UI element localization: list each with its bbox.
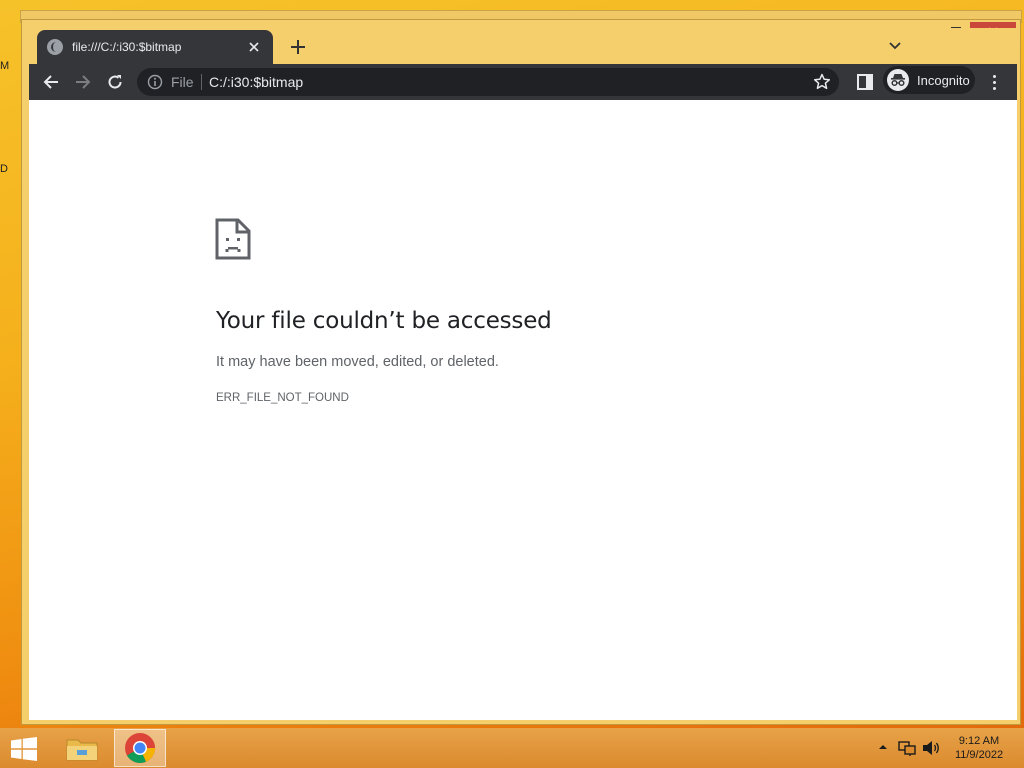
network-icon[interactable] bbox=[898, 740, 916, 756]
arrow-right-icon bbox=[76, 75, 91, 89]
clock[interactable]: 9:12 AM 11/9/2022 bbox=[944, 734, 1014, 762]
info-icon[interactable] bbox=[147, 74, 163, 90]
taskbar: 9:12 AM 11/9/2022 bbox=[0, 728, 1024, 768]
error-description: It may have been moved, edited, or delet… bbox=[216, 354, 499, 370]
browser-window: file:///C:/:i30:$bitmap File C:/:i30:$bi… bbox=[21, 19, 1021, 725]
sad-file-icon bbox=[215, 218, 251, 260]
file-explorer-taskbar-button[interactable] bbox=[56, 729, 108, 767]
error-heading: Your file couldn’t be accessed bbox=[216, 308, 552, 334]
clock-date: 11/9/2022 bbox=[954, 749, 1004, 761]
incognito-profile-button[interactable]: Incognito bbox=[883, 66, 975, 94]
browser-toolbar: File C:/:i30:$bitmap Incognito bbox=[29, 64, 1017, 100]
arrow-left-icon bbox=[43, 75, 58, 89]
reload-button[interactable] bbox=[101, 68, 129, 96]
desktop-icon-label[interactable]: M bbox=[0, 60, 9, 72]
show-hidden-icons-icon[interactable] bbox=[878, 743, 888, 751]
windows-start-icon[interactable] bbox=[10, 737, 38, 761]
clock-time: 9:12 AM bbox=[958, 735, 1000, 747]
forward-button[interactable] bbox=[69, 68, 97, 96]
folder-icon bbox=[66, 739, 98, 761]
globe-icon bbox=[47, 39, 63, 55]
plus-icon bbox=[291, 40, 305, 54]
security-chip-label[interactable]: File bbox=[171, 74, 194, 90]
url-text[interactable]: C:/:i30:$bitmap bbox=[209, 74, 303, 90]
chrome-icon bbox=[125, 733, 156, 763]
chevron-down-icon bbox=[889, 42, 901, 50]
star-icon[interactable] bbox=[813, 73, 831, 91]
omnibox-divider bbox=[201, 74, 202, 90]
side-panel-icon[interactable] bbox=[855, 72, 875, 92]
new-tab-button[interactable] bbox=[285, 34, 311, 60]
error-code: ERR_FILE_NOT_FOUND bbox=[216, 392, 349, 404]
tab-strip: file:///C:/:i30:$bitmap bbox=[29, 28, 1017, 64]
error-page: Your file couldn’t be accessed It may ha… bbox=[29, 100, 1017, 720]
address-bar[interactable]: File C:/:i30:$bitmap bbox=[137, 68, 839, 96]
incognito-label: Incognito bbox=[917, 72, 970, 88]
back-button[interactable] bbox=[37, 68, 65, 96]
browser-frame: file:///C:/:i30:$bitmap File C:/:i30:$bi… bbox=[29, 28, 1017, 720]
tab-active[interactable]: file:///C:/:i30:$bitmap bbox=[37, 30, 273, 64]
desktop-icon-label[interactable]: D bbox=[0, 163, 8, 175]
more-menu-icon[interactable] bbox=[983, 70, 1005, 94]
chrome-taskbar-button[interactable] bbox=[114, 729, 166, 767]
reload-icon bbox=[108, 75, 122, 89]
volume-icon[interactable] bbox=[922, 740, 940, 756]
tab-title: file:///C:/:i30:$bitmap bbox=[72, 40, 182, 54]
close-tab-icon[interactable] bbox=[245, 39, 263, 56]
tab-search-button[interactable] bbox=[885, 36, 905, 56]
incognito-icon bbox=[887, 69, 909, 91]
